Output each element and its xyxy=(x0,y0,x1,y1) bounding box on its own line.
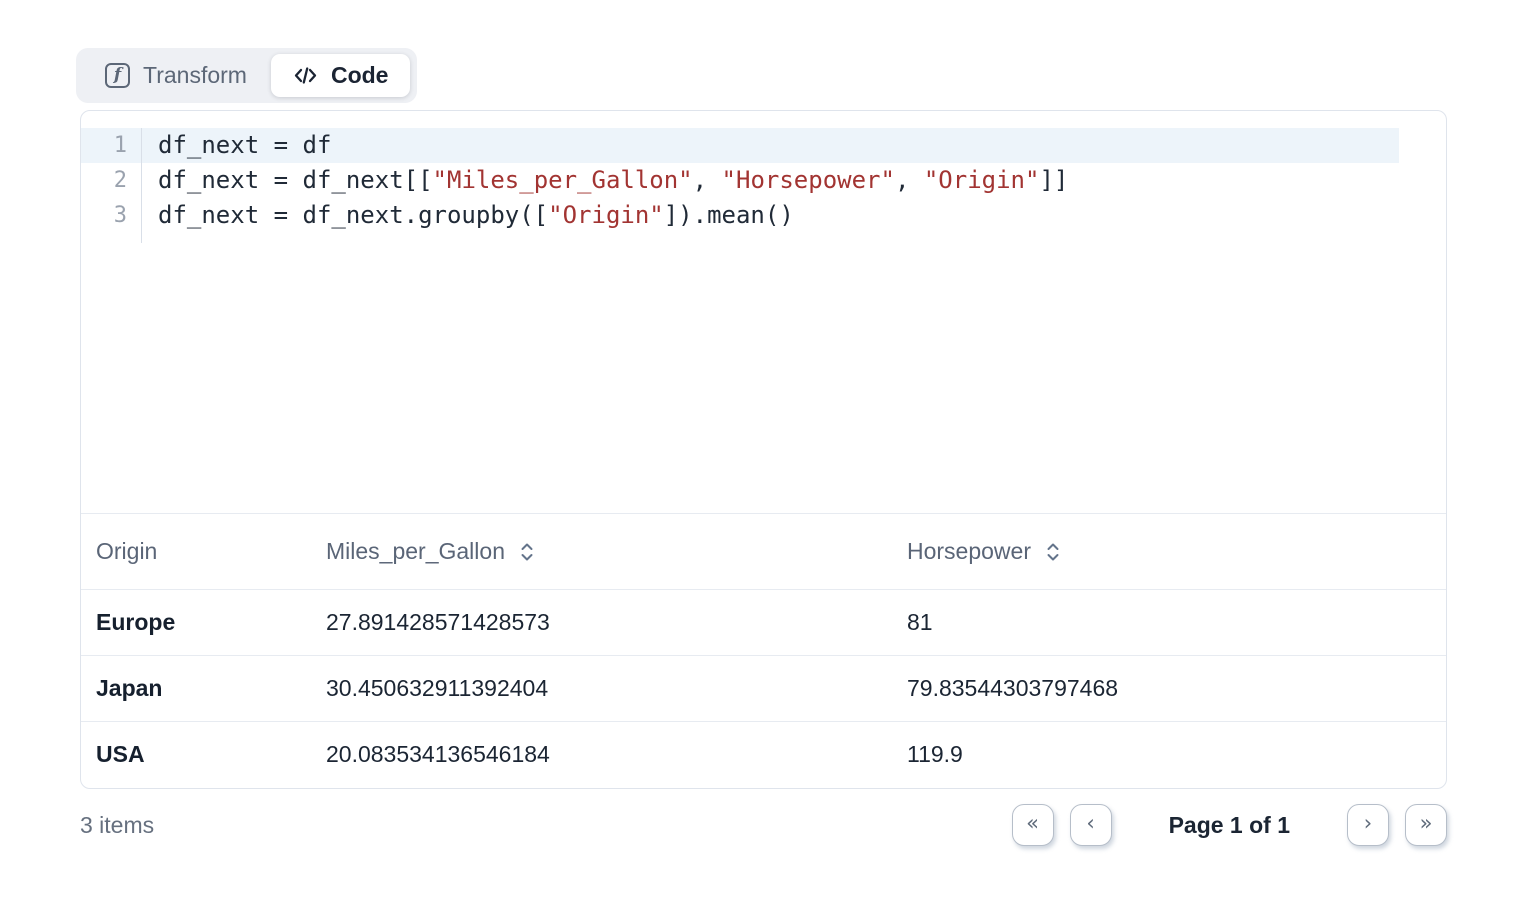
code-line[interactable]: 2 df_next = df_next[["Miles_per_Gallon",… xyxy=(81,163,1399,198)
previous-page-button[interactable]: ‹ xyxy=(1070,804,1112,846)
dataframe-transform-widget: f Transform Code 1 df_next = df 2 df_ne xyxy=(0,0,1516,918)
table-header-row: Origin Miles_per_Gallon Horsepower xyxy=(81,513,1446,589)
double-chevron-left-icon: « xyxy=(1026,813,1039,834)
first-page-button[interactable]: « xyxy=(1012,804,1054,846)
chevron-left-icon: ‹ xyxy=(1086,813,1094,834)
table-row[interactable]: USA 20.083534136546184 119.9 xyxy=(81,721,1446,787)
tab-transform[interactable]: f Transform xyxy=(83,54,269,97)
column-header-origin: Origin xyxy=(96,538,326,565)
column-header-horsepower[interactable]: Horsepower xyxy=(907,538,1446,565)
table-row[interactable]: Europe 27.891428571428573 81 xyxy=(81,589,1446,655)
code-line-text: df_next = df_next.groupby(["Origin"]).me… xyxy=(142,198,794,233)
line-number: 3 xyxy=(81,198,142,233)
chevron-right-icon: › xyxy=(1364,813,1372,834)
column-header-mpg[interactable]: Miles_per_Gallon xyxy=(326,538,907,565)
function-icon: f xyxy=(105,63,130,88)
code-line[interactable]: 1 df_next = df xyxy=(81,128,1399,163)
sort-icon[interactable] xyxy=(519,541,535,563)
view-toggle: f Transform Code xyxy=(76,48,417,103)
next-page-button[interactable]: › xyxy=(1347,804,1389,846)
code-line[interactable]: 3 df_next = df_next.groupby(["Origin"]).… xyxy=(81,198,1399,233)
cell-mpg: 27.891428571428573 xyxy=(326,609,907,636)
pagination: « ‹ Page 1 of 1 › » xyxy=(1012,804,1447,846)
code-brackets-icon xyxy=(293,64,318,87)
cell-horsepower: 81 xyxy=(907,609,1446,636)
cell-origin: USA xyxy=(96,741,326,768)
result-table: Origin Miles_per_Gallon Horsepower xyxy=(81,513,1446,788)
tab-code-label: Code xyxy=(331,62,389,89)
double-chevron-right-icon: » xyxy=(1420,813,1433,834)
cell-origin: Europe xyxy=(96,609,326,636)
gutter-spacer xyxy=(81,233,1399,243)
code-and-table-panel: 1 df_next = df 2 df_next = df_next[["Mil… xyxy=(80,110,1447,789)
cell-horsepower: 119.9 xyxy=(907,741,1446,768)
cell-mpg: 30.450632911392404 xyxy=(326,675,907,702)
cell-origin: Japan xyxy=(96,675,326,702)
code-line-text: df_next = df xyxy=(142,128,331,163)
page-indicator: Page 1 of 1 xyxy=(1169,812,1290,839)
line-number: 1 xyxy=(81,128,142,163)
code-line-text: df_next = df_next[["Miles_per_Gallon", "… xyxy=(142,163,1068,198)
table-row[interactable]: Japan 30.450632911392404 79.835443037974… xyxy=(81,655,1446,721)
cell-mpg: 20.083534136546184 xyxy=(326,741,907,768)
line-number: 2 xyxy=(81,163,142,198)
tab-transform-label: Transform xyxy=(143,62,247,89)
sort-icon[interactable] xyxy=(1045,541,1061,563)
last-page-button[interactable]: » xyxy=(1405,804,1447,846)
code-editor[interactable]: 1 df_next = df 2 df_next = df_next[["Mil… xyxy=(81,111,1446,513)
tab-code[interactable]: Code xyxy=(271,54,411,97)
cell-horsepower: 79.83544303797468 xyxy=(907,675,1446,702)
items-count: 3 items xyxy=(80,812,154,839)
table-footer: 3 items « ‹ Page 1 of 1 › » xyxy=(80,802,1447,848)
